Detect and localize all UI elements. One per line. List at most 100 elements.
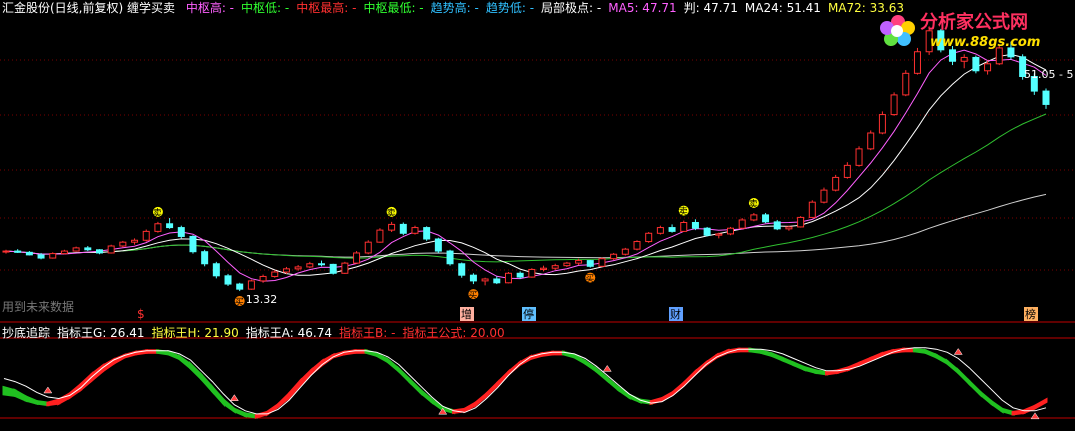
- logo-url: www.88gs.com: [930, 35, 1040, 50]
- candle-up: [820, 189, 828, 203]
- candle-down: [224, 275, 232, 285]
- oscillator-band: [967, 378, 982, 398]
- candle-up: [984, 63, 992, 72]
- candle-down: [434, 238, 442, 252]
- candle-up: [131, 239, 139, 243]
- header-indicator-8: 判: 47.71: [683, 1, 738, 15]
- candle-up: [878, 114, 886, 134]
- candle-down: [446, 250, 454, 265]
- oscillator-band: [945, 358, 960, 376]
- buy-mark: 买: [468, 290, 477, 301]
- candle-down: [469, 274, 477, 282]
- osc-indicator-5: 指标王公式: 20.00: [402, 326, 505, 340]
- oscillator-band: [408, 376, 423, 396]
- candle-down: [189, 235, 197, 253]
- oscillator-band: [803, 365, 818, 375]
- candle-up: [610, 253, 618, 260]
- oscillator-band: [1022, 403, 1037, 415]
- ma-white-line: [5, 53, 1047, 276]
- candle-down: [691, 221, 699, 229]
- oscillator-band: [693, 359, 708, 378]
- oscillator-band: [397, 365, 412, 386]
- candle-up: [832, 176, 840, 191]
- candle-down: [84, 247, 92, 251]
- candle-down: [773, 221, 781, 230]
- candle-up: [154, 223, 162, 232]
- oscillator-h-line: [3, 347, 1047, 415]
- signal-arrow-icon: [602, 364, 612, 372]
- candle-up: [645, 232, 653, 243]
- signal-arrow-icon: [229, 394, 239, 401]
- header-indicator-1: 中枢低: -: [241, 1, 290, 15]
- oscillator-band: [13, 388, 28, 403]
- oscillator-band: [199, 371, 214, 395]
- event-tag: 增: [461, 307, 472, 321]
- candle-down: [399, 223, 407, 234]
- oscillator-band: [386, 356, 401, 375]
- header-indicator-2: 中枢最高: -: [296, 1, 357, 15]
- candle-up: [913, 51, 921, 74]
- candle-up: [72, 247, 80, 252]
- candle-up: [855, 148, 863, 166]
- oscillator-band: [912, 347, 927, 355]
- oscillator-band: [507, 359, 521, 378]
- high-price-label: 51.05 - 5: [1024, 68, 1073, 81]
- oscillator-band: [254, 410, 269, 419]
- candle-down: [212, 263, 220, 277]
- candle-up: [750, 214, 758, 221]
- candle-down: [762, 214, 770, 223]
- oscillator-band: [923, 348, 938, 360]
- sell-mark: 卖: [749, 199, 758, 210]
- candle-down: [703, 227, 711, 236]
- candle-up: [738, 219, 746, 229]
- candle-up: [142, 230, 150, 241]
- candle-up: [867, 132, 875, 150]
- candle-down: [329, 263, 337, 274]
- candle-up: [341, 262, 349, 274]
- candle-down: [586, 260, 594, 267]
- oscillator-band: [792, 360, 807, 372]
- oscillator-band: [309, 358, 324, 378]
- oscillator-chart[interactable]: [2, 347, 1048, 420]
- oscillator-band: [956, 367, 971, 387]
- candle-up: [282, 268, 290, 273]
- candle-down: [668, 227, 676, 232]
- site-logo: 分析家公式网 www.88gs.com: [880, 11, 1040, 50]
- oscillator-band: [627, 393, 642, 404]
- header-indicator-4: 趋势高: -: [430, 1, 479, 15]
- ma24-line: [5, 113, 1047, 263]
- candle-up: [715, 233, 723, 236]
- candle-down: [177, 227, 185, 237]
- header-indicator-0: 中枢高: -: [185, 1, 235, 15]
- candle-up: [808, 201, 816, 218]
- signal-arrow-icon: [43, 386, 53, 394]
- oscillator-band: [2, 385, 17, 398]
- candle-up: [598, 258, 606, 267]
- oscillator-band: [24, 394, 39, 406]
- candle-down: [516, 272, 524, 278]
- buy-mark: 买: [585, 274, 594, 285]
- osc-indicator-1: 指标王G: 26.41: [57, 326, 145, 340]
- main-candlestick-chart[interactable]: 买买买卖卖卖卖13.3251.05 - 5$ 增停财榜: [2, 26, 1073, 321]
- oscillator-band: [221, 396, 236, 414]
- oscillator-band: [1000, 407, 1015, 416]
- candle-up: [504, 272, 512, 284]
- candle-up: [785, 226, 793, 230]
- oscillator-band: [682, 368, 697, 389]
- s-mark: $: [137, 307, 145, 321]
- candle-up: [797, 216, 805, 228]
- oscillator-band: [210, 383, 225, 408]
- oscillator-band: [189, 361, 203, 383]
- candle-up: [540, 267, 548, 270]
- main-chart-header: 汇金股份(日线,前复权) 缠学买卖 中枢高: - 中枢低: - 中枢最高: - 中枢最…: [2, 1, 911, 15]
- event-tag: 停: [523, 307, 534, 321]
- chart-canvas: 买买买卖卖卖卖13.3251.05 - 5$ 增停财榜: [0, 26, 1075, 420]
- header-indicator-7: MA5: 47.71: [608, 1, 677, 15]
- candle-up: [119, 241, 127, 247]
- oscillator-band: [1011, 409, 1026, 416]
- candle-up: [294, 266, 302, 270]
- candle-up: [843, 164, 851, 178]
- candle-down: [423, 227, 431, 240]
- candle-up: [563, 262, 571, 267]
- candle-up: [364, 241, 372, 254]
